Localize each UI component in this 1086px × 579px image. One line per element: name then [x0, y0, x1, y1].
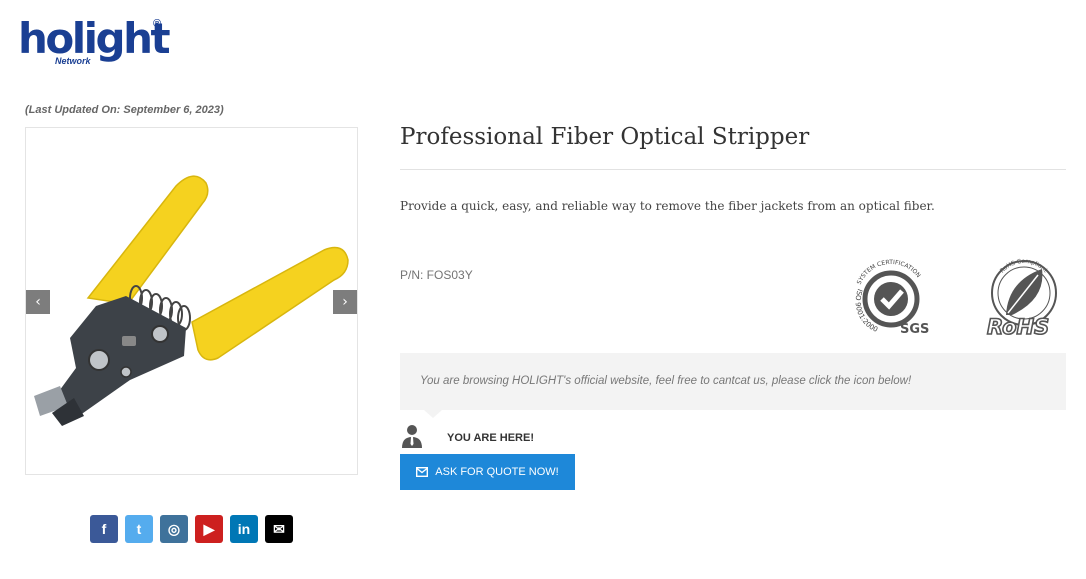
part-number: P/N: FOS03Y	[400, 268, 473, 282]
facebook-icon[interactable]: f	[90, 515, 118, 543]
product-gallery: ‹ ›	[25, 127, 358, 475]
gallery-prev-button[interactable]: ‹	[26, 290, 50, 314]
logo-wordmark: holight	[18, 14, 171, 63]
rohs-compliant-badge: RoHS Compliant RoHS	[986, 258, 1057, 337]
title-divider	[400, 169, 1066, 170]
last-updated: (Last Updated On: September 6, 2023)	[25, 104, 224, 116]
gallery-next-button[interactable]: ›	[333, 290, 357, 314]
ask-for-quote-button[interactable]: ASK FOR QUOTE NOW!	[400, 454, 575, 490]
linkedin-icon[interactable]: in	[230, 515, 258, 543]
product-title: Professional Fiber Optical Stripper	[400, 124, 810, 150]
registered-mark: ®	[153, 18, 162, 30]
sgs-mark: SGS	[900, 322, 929, 337]
product-description: Provide a quick, easy, and reliable way …	[400, 199, 935, 213]
envelope-icon	[416, 467, 429, 477]
person-icon	[402, 425, 422, 448]
logo[interactable]: holight ® Network	[18, 14, 171, 70]
social-links: f t ◎ ▶ in ✉	[90, 515, 293, 543]
contact-notice: You are browsing HOLIGHT's official webs…	[400, 353, 1066, 418]
you-are-here-label: YOU ARE HERE!	[447, 432, 534, 444]
sgs-iso-certification-badge: SYSTEM CERTIFICATION ISO 9001:2000 SGS	[854, 259, 930, 337]
youtube-icon[interactable]: ▶	[195, 515, 223, 543]
email-icon[interactable]: ✉	[265, 515, 293, 543]
logo-subtitle: Network	[55, 56, 91, 66]
notice-pointer	[424, 410, 442, 418]
twitter-icon[interactable]: t	[125, 515, 153, 543]
rohs-mark: RoHS	[987, 315, 1049, 337]
ask-for-quote-label: ASK FOR QUOTE NOW!	[435, 466, 559, 478]
notice-text: You are browsing HOLIGHT's official webs…	[420, 375, 912, 387]
instagram-icon[interactable]: ◎	[160, 515, 188, 543]
fiber-stripper-image	[34, 175, 349, 426]
